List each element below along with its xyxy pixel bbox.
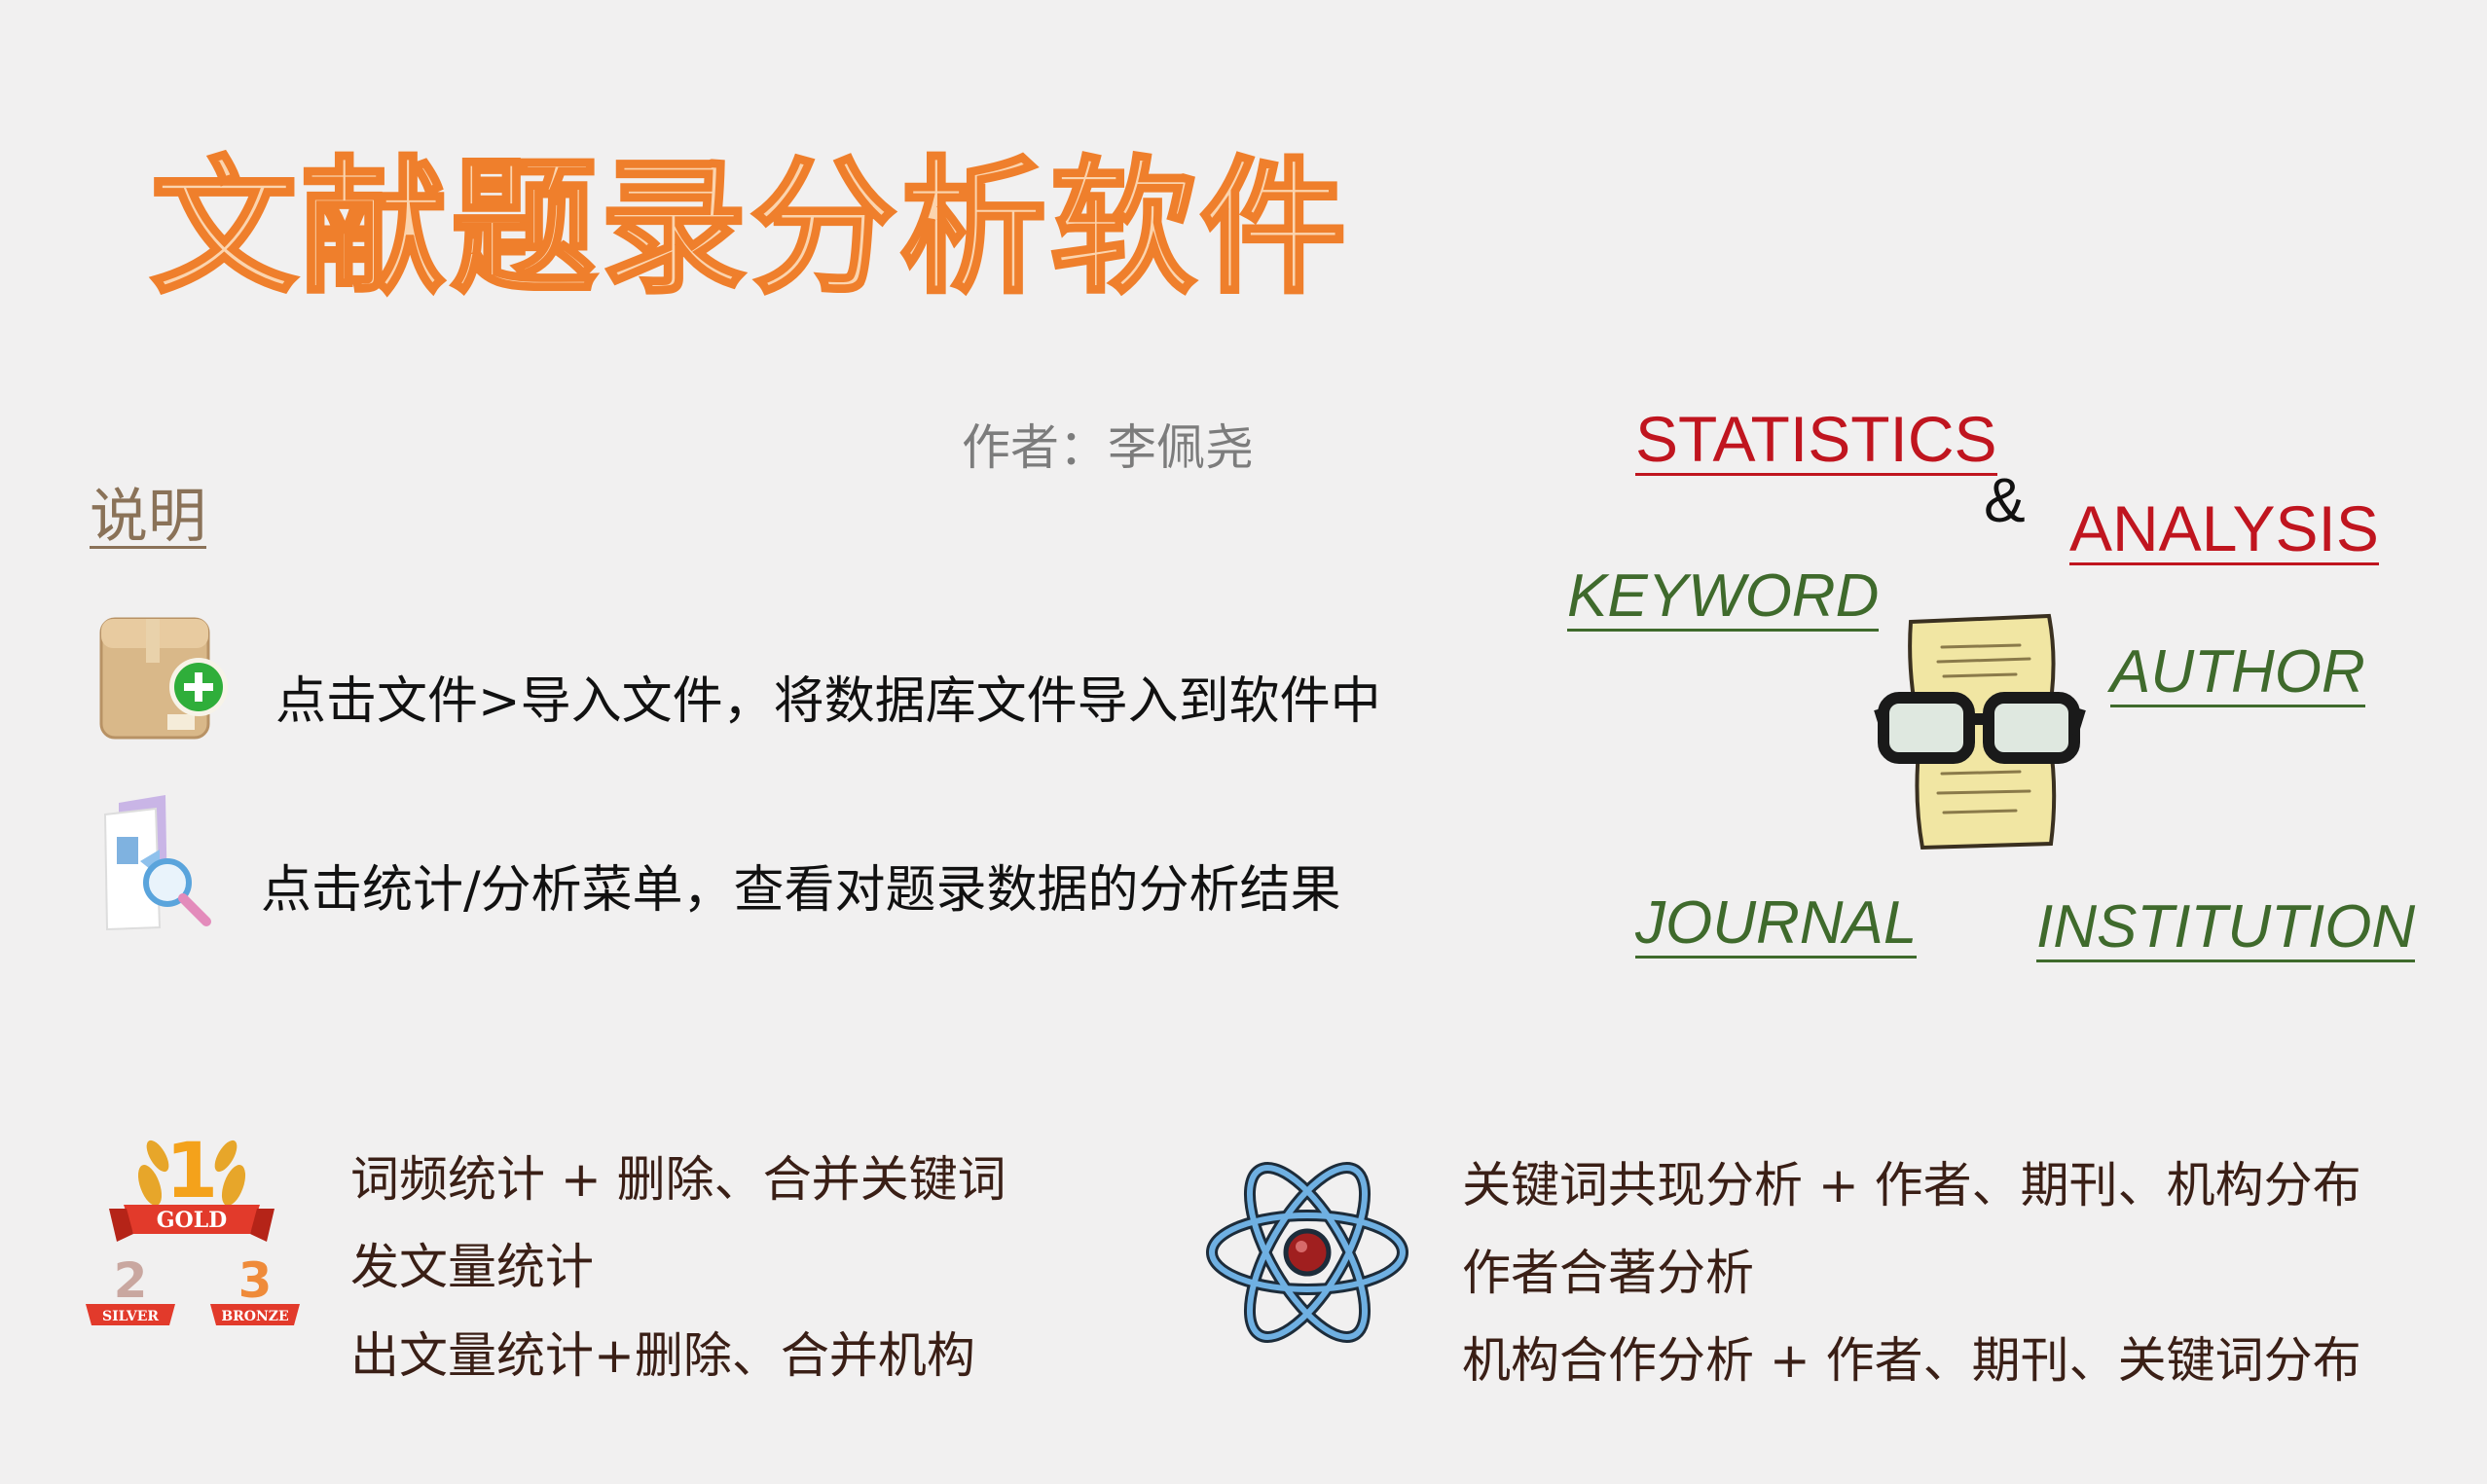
statistics-tag: STATISTICS <box>1635 403 1997 476</box>
stat-feature-3: 出文量统计+删除、合并机构 <box>350 1327 975 1384</box>
gold-number: 1 <box>165 1128 218 1215</box>
app-title: 文献题录分析软件 <box>149 144 1351 313</box>
analyze-instruction: 点击统计/分析菜单，查看对题录数据的分析结果 <box>261 861 1341 920</box>
medal-ranking-icon: 1 GOLD 2 SILVER 3 BRONZE <box>80 1127 304 1346</box>
journal-tag: JOURNAL <box>1635 889 1918 959</box>
silver-label: SILVER <box>102 1309 159 1324</box>
atom-icon <box>1205 1140 1409 1364</box>
author-credit: 作者：李佩尧 <box>962 419 1254 476</box>
keyword-tag: KEYWORD <box>1567 562 1880 632</box>
analysis-feature-1: 关键词共现分析 + 作者、期刊、机构分布 <box>1462 1157 2361 1213</box>
analysis-feature-3: 机构合作分析 + 作者、期刊、关键词分布 <box>1462 1332 2361 1389</box>
silver-number: 2 <box>114 1252 148 1309</box>
description-heading: 说明 <box>90 483 206 551</box>
paper-with-glasses-icon <box>1874 608 2088 851</box>
stat-feature-1: 词频统计 + 删除、合并关键词 <box>350 1151 1006 1208</box>
bronze-number: 3 <box>238 1252 273 1309</box>
document-search-icon <box>97 793 224 939</box>
ampersand: & <box>1984 465 2026 535</box>
institution-tag: INSTITUTION <box>2036 893 2416 962</box>
bronze-label: BRONZE <box>221 1309 288 1324</box>
import-instruction: 点击文件>导入文件，将数据库文件导入到软件中 <box>275 672 1381 731</box>
gold-label: GOLD <box>157 1208 228 1233</box>
stat-feature-2: 发文量统计 <box>350 1239 594 1295</box>
package-add-icon <box>97 613 238 744</box>
analysis-tag: ANALYSIS <box>2069 492 2379 565</box>
author-tag: AUTHOR <box>2110 638 2365 707</box>
analysis-feature-2: 作者合著分析 <box>1462 1245 1754 1301</box>
